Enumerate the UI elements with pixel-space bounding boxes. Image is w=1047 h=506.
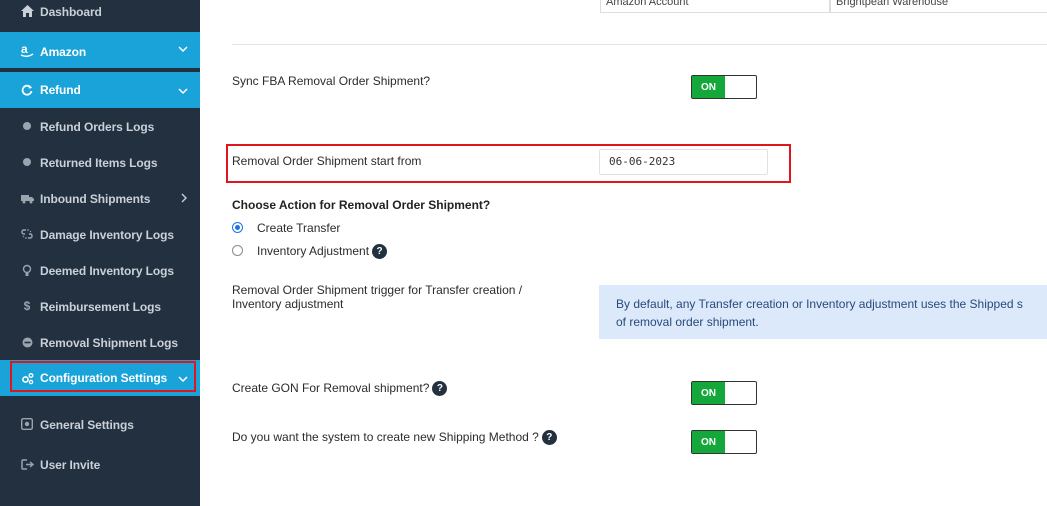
trigger-label-line1: Removal Order Shipment trigger for Trans… <box>232 283 523 297</box>
sidebar-item-label: Damage Inventory Logs <box>40 228 174 242</box>
sidebar-item-returned-items-logs[interactable]: Returned Items Logs <box>0 152 200 172</box>
inventory-adjustment-row: Inventory Adjustment? <box>257 244 388 260</box>
toggle-on-label: ON <box>692 382 725 404</box>
trigger-label: Removal Order Shipment trigger for Trans… <box>232 283 522 311</box>
sidebar-item-label: Returned Items Logs <box>40 156 158 170</box>
gon-toggle[interactable]: ON <box>691 381 757 405</box>
info-line2: of removal order shipment. <box>616 315 759 329</box>
toggle-on-label: ON <box>692 431 725 453</box>
choose-action-heading: Choose Action for Removal Order Shipment… <box>232 198 491 212</box>
chevron-right-icon <box>181 191 188 206</box>
sidebar-item-dashboard[interactable]: Dashboard <box>0 0 200 24</box>
trigger-label-line2: Inventory adjustment <box>232 297 344 311</box>
sync-fba-label: Sync FBA Removal Order Shipment? <box>232 74 431 88</box>
truck-icon <box>20 191 34 205</box>
chevron-down-icon <box>178 44 188 56</box>
highlight-configuration-settings <box>10 361 196 392</box>
help-icon[interactable]: ? <box>541 430 557 446</box>
radio-create-transfer[interactable] <box>232 222 243 233</box>
shipping-method-row: Do you want the system to create new Shi… <box>232 430 557 446</box>
home-icon <box>20 4 34 18</box>
divider <box>232 44 1047 45</box>
chevron-down-icon <box>178 86 188 98</box>
info-line1: By default, any Transfer creation or Inv… <box>616 297 1023 311</box>
user-invite-icon <box>20 457 34 471</box>
top-partial-row: Amazon Account Brightpearl Warehouse <box>600 0 1047 13</box>
start-from-label: Removal Order Shipment start from <box>232 154 422 168</box>
sidebar-item-label: General Settings <box>40 418 134 432</box>
sidebar-item-label: Deemed Inventory Logs <box>40 264 174 278</box>
sync-fba-toggle[interactable]: ON <box>691 75 757 99</box>
minus-circle-icon <box>20 335 34 349</box>
amazon-icon: a <box>20 43 34 57</box>
dot-icon <box>20 119 34 133</box>
sidebar-item-label: Reimbursement Logs <box>40 300 161 314</box>
sidebar-item-amazon[interactable]: a Amazon <box>0 32 200 68</box>
start-date-field[interactable]: 06-06-2023 <box>599 149 768 175</box>
dot-icon <box>20 155 34 169</box>
top-cell-amazon-account: Amazon Account <box>600 0 830 13</box>
sidebar-item-label: Refund Orders Logs <box>40 120 155 134</box>
shipping-method-toggle[interactable]: ON <box>691 430 757 454</box>
inventory-adjustment-label: Inventory Adjustment <box>257 244 370 258</box>
gon-label: Create GON For Removal shipment? <box>232 381 430 395</box>
sidebar-item-user-invite[interactable]: User Invite <box>0 454 200 474</box>
sidebar-item-deemed-inventory-logs[interactable]: Deemed Inventory Logs <box>0 260 200 280</box>
sidebar-item-refund[interactable]: Refund <box>0 72 200 108</box>
sidebar-item-damage-inventory-logs[interactable]: Damage Inventory Logs <box>0 224 200 244</box>
main-content: Amazon Account Brightpearl Warehouse Syn… <box>200 0 1047 506</box>
svg-text:a: a <box>21 43 28 56</box>
sidebar-item-label: Refund <box>40 83 81 97</box>
info-box: By default, any Transfer creation or Inv… <box>599 285 1047 339</box>
sidebar-item-inbound-shipments[interactable]: Inbound Shipments <box>0 188 200 208</box>
top-cell-brightpearl-warehouse: Brightpearl Warehouse <box>830 0 1047 13</box>
dollar-icon: $ <box>23 299 31 313</box>
sidebar-item-label: Amazon <box>40 45 87 59</box>
shipping-method-label: Do you want the system to create new Shi… <box>232 430 539 444</box>
radio-inventory-adjustment[interactable] <box>232 245 243 256</box>
refresh-icon <box>20 83 34 97</box>
sidebar-item-label: Dashboard <box>40 5 102 19</box>
sidebar: Dashboard a Amazon Refund Refund Orders … <box>0 0 200 506</box>
sidebar-item-general-settings[interactable]: General Settings <box>0 414 200 434</box>
toggle-on-label: ON <box>692 76 725 98</box>
sidebar-item-reimbursement-logs[interactable]: $ Reimbursement Logs <box>0 296 200 316</box>
gon-row: Create GON For Removal shipment?? <box>232 381 448 397</box>
broken-link-icon <box>20 227 34 241</box>
help-icon[interactable]: ? <box>372 244 388 260</box>
sidebar-item-label: Removal Shipment Logs <box>40 336 178 350</box>
help-icon[interactable]: ? <box>432 381 448 397</box>
sidebar-item-label: Inbound Shipments <box>40 192 151 206</box>
create-transfer-label: Create Transfer <box>257 221 341 235</box>
sidebar-item-removal-shipment-logs[interactable]: Removal Shipment Logs <box>0 332 200 352</box>
settings-box-icon <box>20 417 34 431</box>
sidebar-item-label: User Invite <box>40 458 101 472</box>
lightbulb-icon <box>20 263 34 277</box>
sidebar-item-refund-orders-logs[interactable]: Refund Orders Logs <box>0 116 200 136</box>
